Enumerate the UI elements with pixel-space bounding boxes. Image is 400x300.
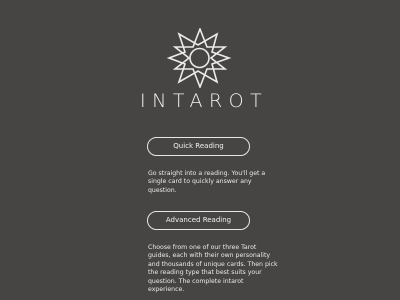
quick-reading-description: Go straight into a reading. You'll get a… <box>148 170 266 194</box>
brand-name: INTAROT <box>140 90 269 112</box>
main-menu-screen: INTAROT Quick Reading Go straight into a… <box>0 0 400 300</box>
quick-reading-button[interactable]: Quick Reading <box>147 137 250 156</box>
advanced-reading-button[interactable]: Advanced Reading <box>147 211 250 230</box>
star-mandala-icon <box>167 28 233 88</box>
advanced-reading-description: Choose from one of our three Tarot guide… <box>148 244 278 294</box>
